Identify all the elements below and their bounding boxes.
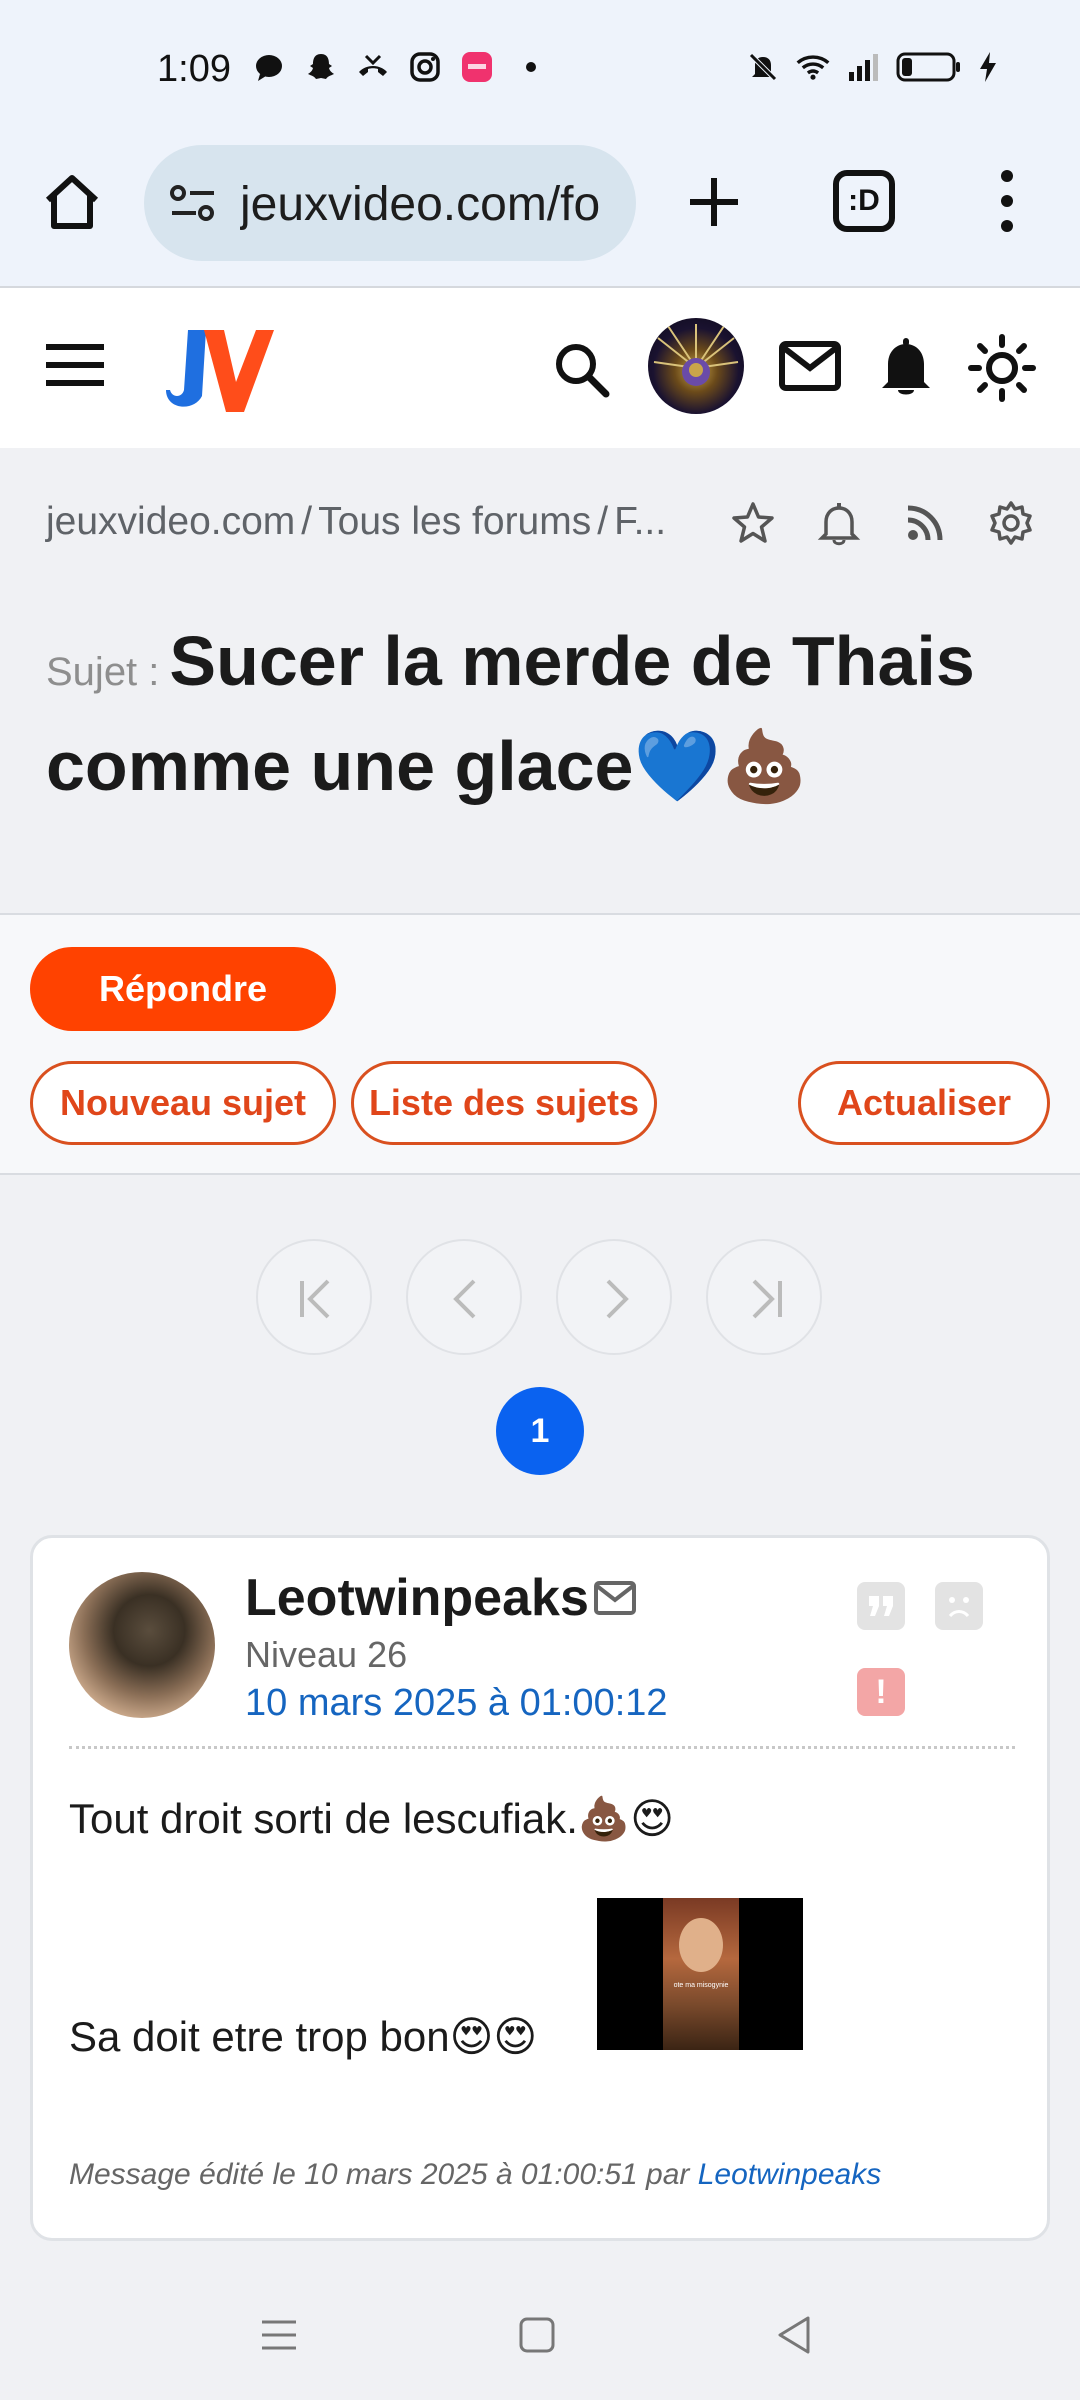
sad-face-icon: [948, 1597, 970, 1618]
user-avatar[interactable]: [648, 318, 744, 414]
home-icon[interactable]: [40, 170, 104, 234]
battery-icon: [896, 52, 960, 82]
new-tab-icon[interactable]: [682, 170, 746, 234]
exclamation-icon: !: [875, 1673, 887, 1711]
notifications-bell-icon[interactable]: [878, 336, 934, 398]
breadcrumb-separator: /: [301, 500, 313, 543]
thumbnail-caption: ote ma misogynie: [673, 1982, 729, 1989]
message-date-link[interactable]: 10 mars 2025 à 01:00:12: [245, 1682, 668, 1725]
mail-icon[interactable]: [778, 338, 842, 394]
edit-notice: Message édité le 10 mars 2025 à 01:00:51…: [69, 2158, 881, 2192]
theme-toggle-sun-icon[interactable]: [968, 334, 1036, 402]
thumbnail-photo: ote ma misogynie: [663, 1898, 739, 2050]
forum-message: Leotwinpeaks Niveau 26 10 mars 2025 à 01…: [30, 1535, 1050, 2241]
prev-page-button[interactable]: [406, 1239, 522, 1355]
follow-bell-icon[interactable]: [816, 500, 862, 546]
back-triangle-icon[interactable]: [770, 2310, 820, 2360]
message-text-line: Sa doit etre trop bon😍😍: [69, 2013, 538, 2060]
quote-icon: [869, 1596, 893, 1616]
edit-notice-author-link[interactable]: Leotwinpeaks: [698, 2158, 881, 2191]
notification-dot-icon: [526, 62, 536, 72]
favorite-star-icon[interactable]: [730, 500, 776, 546]
message-image-thumbnail[interactable]: ote ma misogynie: [597, 1898, 803, 2050]
quote-button[interactable]: [857, 1582, 905, 1630]
snapchat-icon: [308, 54, 334, 79]
tab-switcher-button[interactable]: :D: [833, 170, 895, 232]
settings-gear-icon[interactable]: [988, 500, 1034, 546]
more-options-icon[interactable]: [992, 168, 1022, 234]
refresh-button[interactable]: Actualiser: [798, 1061, 1050, 1145]
menu-icon[interactable]: [46, 342, 104, 388]
signal-icon: [849, 54, 878, 81]
topic-list-button[interactable]: Liste des sujets: [351, 1061, 657, 1145]
message-separator: [69, 1746, 1015, 1749]
browser-toolbar: jeuxvideo.com/fo :D: [0, 140, 1080, 288]
pagination: 1: [0, 1175, 1080, 1535]
topic-title-block: Sujet : Sucer la merde de Thais comme une…: [46, 614, 1046, 813]
sad-reaction-button[interactable]: [935, 1582, 983, 1630]
mute-icon: [748, 52, 778, 82]
status-left-icons: [252, 50, 536, 84]
rss-icon[interactable]: [902, 500, 948, 546]
topic-header: jeuxvideo.com / Tous les forums / F... Sujet…: [0, 448, 1080, 913]
chevron-right-icon: [606, 1279, 629, 1319]
author-name[interactable]: Leotwinpeaks: [245, 1568, 589, 1628]
chevron-left-icon: [453, 1279, 476, 1319]
status-time: 1:09: [157, 48, 231, 90]
status-right-icons: [746, 50, 998, 84]
first-page-icon: [300, 1279, 330, 1319]
recents-menu-icon[interactable]: [254, 2310, 304, 2360]
breadcrumb: jeuxvideo.com / Tous les forums / F...: [46, 500, 672, 544]
topic-actions: Répondre Nouveau sujet Liste des sujets …: [0, 913, 1080, 1175]
url-text[interactable]: jeuxvideo.com/fo: [240, 177, 620, 232]
app-badge-icon: [462, 52, 492, 82]
send-mp-icon[interactable]: [593, 1580, 637, 1616]
breadcrumb-home-link[interactable]: jeuxvideo.com: [46, 500, 295, 543]
status-bar: 1:09: [0, 0, 1080, 140]
edit-notice-text: Message édité le 10 mars 2025 à 01:00:51…: [69, 2158, 690, 2191]
breadcrumb-forums-link[interactable]: Tous les forums: [318, 500, 591, 543]
avatar-art-icon: [653, 324, 739, 386]
current-page-indicator[interactable]: 1: [496, 1387, 584, 1475]
breadcrumb-forum-link[interactable]: F...: [614, 500, 666, 543]
home-square-icon[interactable]: [512, 2310, 562, 2360]
reply-button[interactable]: Répondre: [30, 947, 336, 1031]
author-level: Niveau 26: [245, 1634, 408, 1675]
instagram-icon: [410, 52, 440, 82]
topic-tools: [730, 500, 1034, 546]
system-navigation-bar: [0, 2280, 1080, 2400]
missed-call-icon: [359, 54, 387, 76]
author-avatar[interactable]: [69, 1572, 215, 1718]
next-page-button[interactable]: [556, 1239, 672, 1355]
topic-label: Sujet :: [46, 650, 160, 694]
search-icon[interactable]: [552, 340, 612, 400]
last-page-icon: [752, 1279, 782, 1319]
thumbnail-face: [679, 1918, 723, 1972]
site-header: [0, 288, 1080, 448]
url-bar[interactable]: jeuxvideo.com/fo: [144, 145, 636, 261]
message-text-line: Tout droit sorti de lescufiak.💩😍: [69, 1795, 674, 1842]
report-button[interactable]: !: [857, 1668, 905, 1716]
wifi-icon: [796, 55, 830, 80]
breadcrumb-separator: /: [597, 500, 609, 543]
chat-bubble-icon: [256, 55, 282, 81]
site-settings-icon[interactable]: [168, 181, 218, 225]
last-page-button[interactable]: [706, 1239, 822, 1355]
first-page-button[interactable]: [256, 1239, 372, 1355]
new-topic-button[interactable]: Nouveau sujet: [30, 1061, 336, 1145]
jv-logo[interactable]: [144, 320, 274, 416]
topic-title: Sucer la merde de Thais comme une glace💙…: [46, 622, 975, 805]
charging-icon: [980, 52, 996, 82]
